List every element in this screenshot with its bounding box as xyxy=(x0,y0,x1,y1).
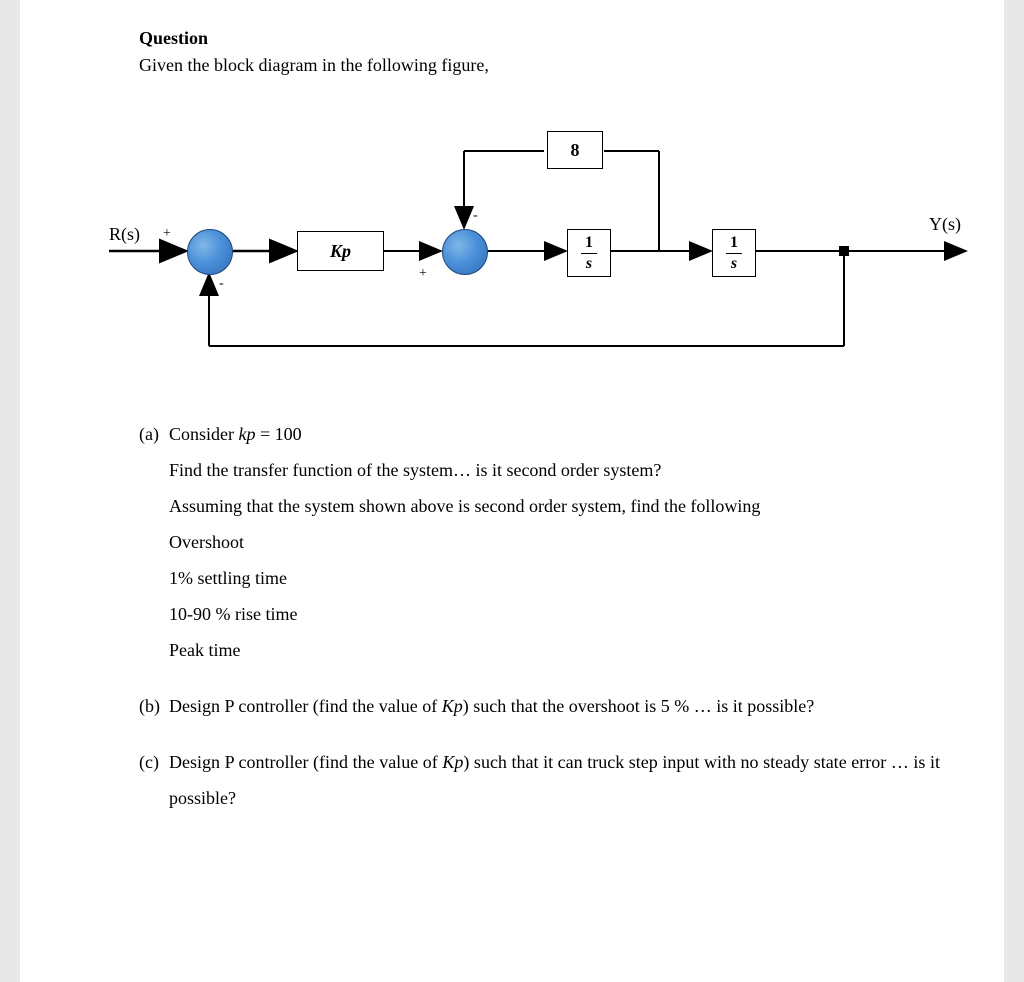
part-a-marker: (a) xyxy=(139,416,169,452)
summing-junction-2 xyxy=(442,229,488,275)
sum2-plus-sign: + xyxy=(419,266,427,282)
frac-2-num: 1 xyxy=(726,235,742,254)
part-a: (a) Consider kp = 100 Find the transfer … xyxy=(139,416,940,668)
page: Question Given the block diagram in the … xyxy=(20,0,1004,982)
block-kp: Kp xyxy=(297,231,384,271)
sum1-minus-sign: - xyxy=(219,276,224,292)
input-label: R(s) xyxy=(109,224,140,245)
frac-2: 1 s xyxy=(726,235,742,272)
b-text-post: ) such that the overshoot is 5 % … is it… xyxy=(463,696,814,716)
frac-2-den: s xyxy=(731,254,737,272)
frac-1: 1 s xyxy=(581,235,597,272)
b-text-pre: Design P controller (find the value of xyxy=(169,696,442,716)
a-line1-var: kp xyxy=(239,424,256,444)
part-b: (b) Design P controller (find the value … xyxy=(139,688,940,724)
diagram-wires xyxy=(109,86,979,386)
a-line4: Overshoot xyxy=(139,524,940,560)
a-line7: Peak time xyxy=(139,632,940,668)
block-diagram: R(s) Y(s) + - Kp + - 8 1 s xyxy=(109,86,979,386)
sum2-minus-sign: - xyxy=(473,208,478,224)
part-c-marker: (c) xyxy=(139,744,169,816)
part-b-marker: (b) xyxy=(139,688,169,724)
block-feedback-gain: 8 xyxy=(547,131,603,169)
question-intro: Given the block diagram in the following… xyxy=(139,55,940,76)
question-heading: Question xyxy=(139,28,940,49)
sum1-plus-sign: + xyxy=(163,226,171,242)
frac-1-den: s xyxy=(586,254,592,272)
a-line3: Assuming that the system shown above is … xyxy=(139,488,940,524)
summing-junction-1 xyxy=(187,229,233,275)
block-kp-label: Kp xyxy=(330,241,351,262)
a-line2: Find the transfer function of the system… xyxy=(139,452,940,488)
frac-1-num: 1 xyxy=(581,235,597,254)
a-line1-post: = 100 xyxy=(256,424,302,444)
c-text-var: Kp xyxy=(442,752,463,772)
a-line6: 10-90 % rise time xyxy=(139,596,940,632)
c-text-pre: Design P controller (find the value of xyxy=(169,752,442,772)
a-line1-pre: Consider xyxy=(169,424,239,444)
block-integrator-2: 1 s xyxy=(712,229,756,277)
a-line5: 1% settling time xyxy=(139,560,940,596)
block-integrator-1: 1 s xyxy=(567,229,611,277)
block-feedback-label: 8 xyxy=(571,140,580,161)
content-area: Question Given the block diagram in the … xyxy=(24,28,1000,816)
part-c: (c) Design P controller (find the value … xyxy=(139,744,940,816)
output-label: Y(s) xyxy=(929,214,961,235)
b-text-var: Kp xyxy=(442,696,463,716)
